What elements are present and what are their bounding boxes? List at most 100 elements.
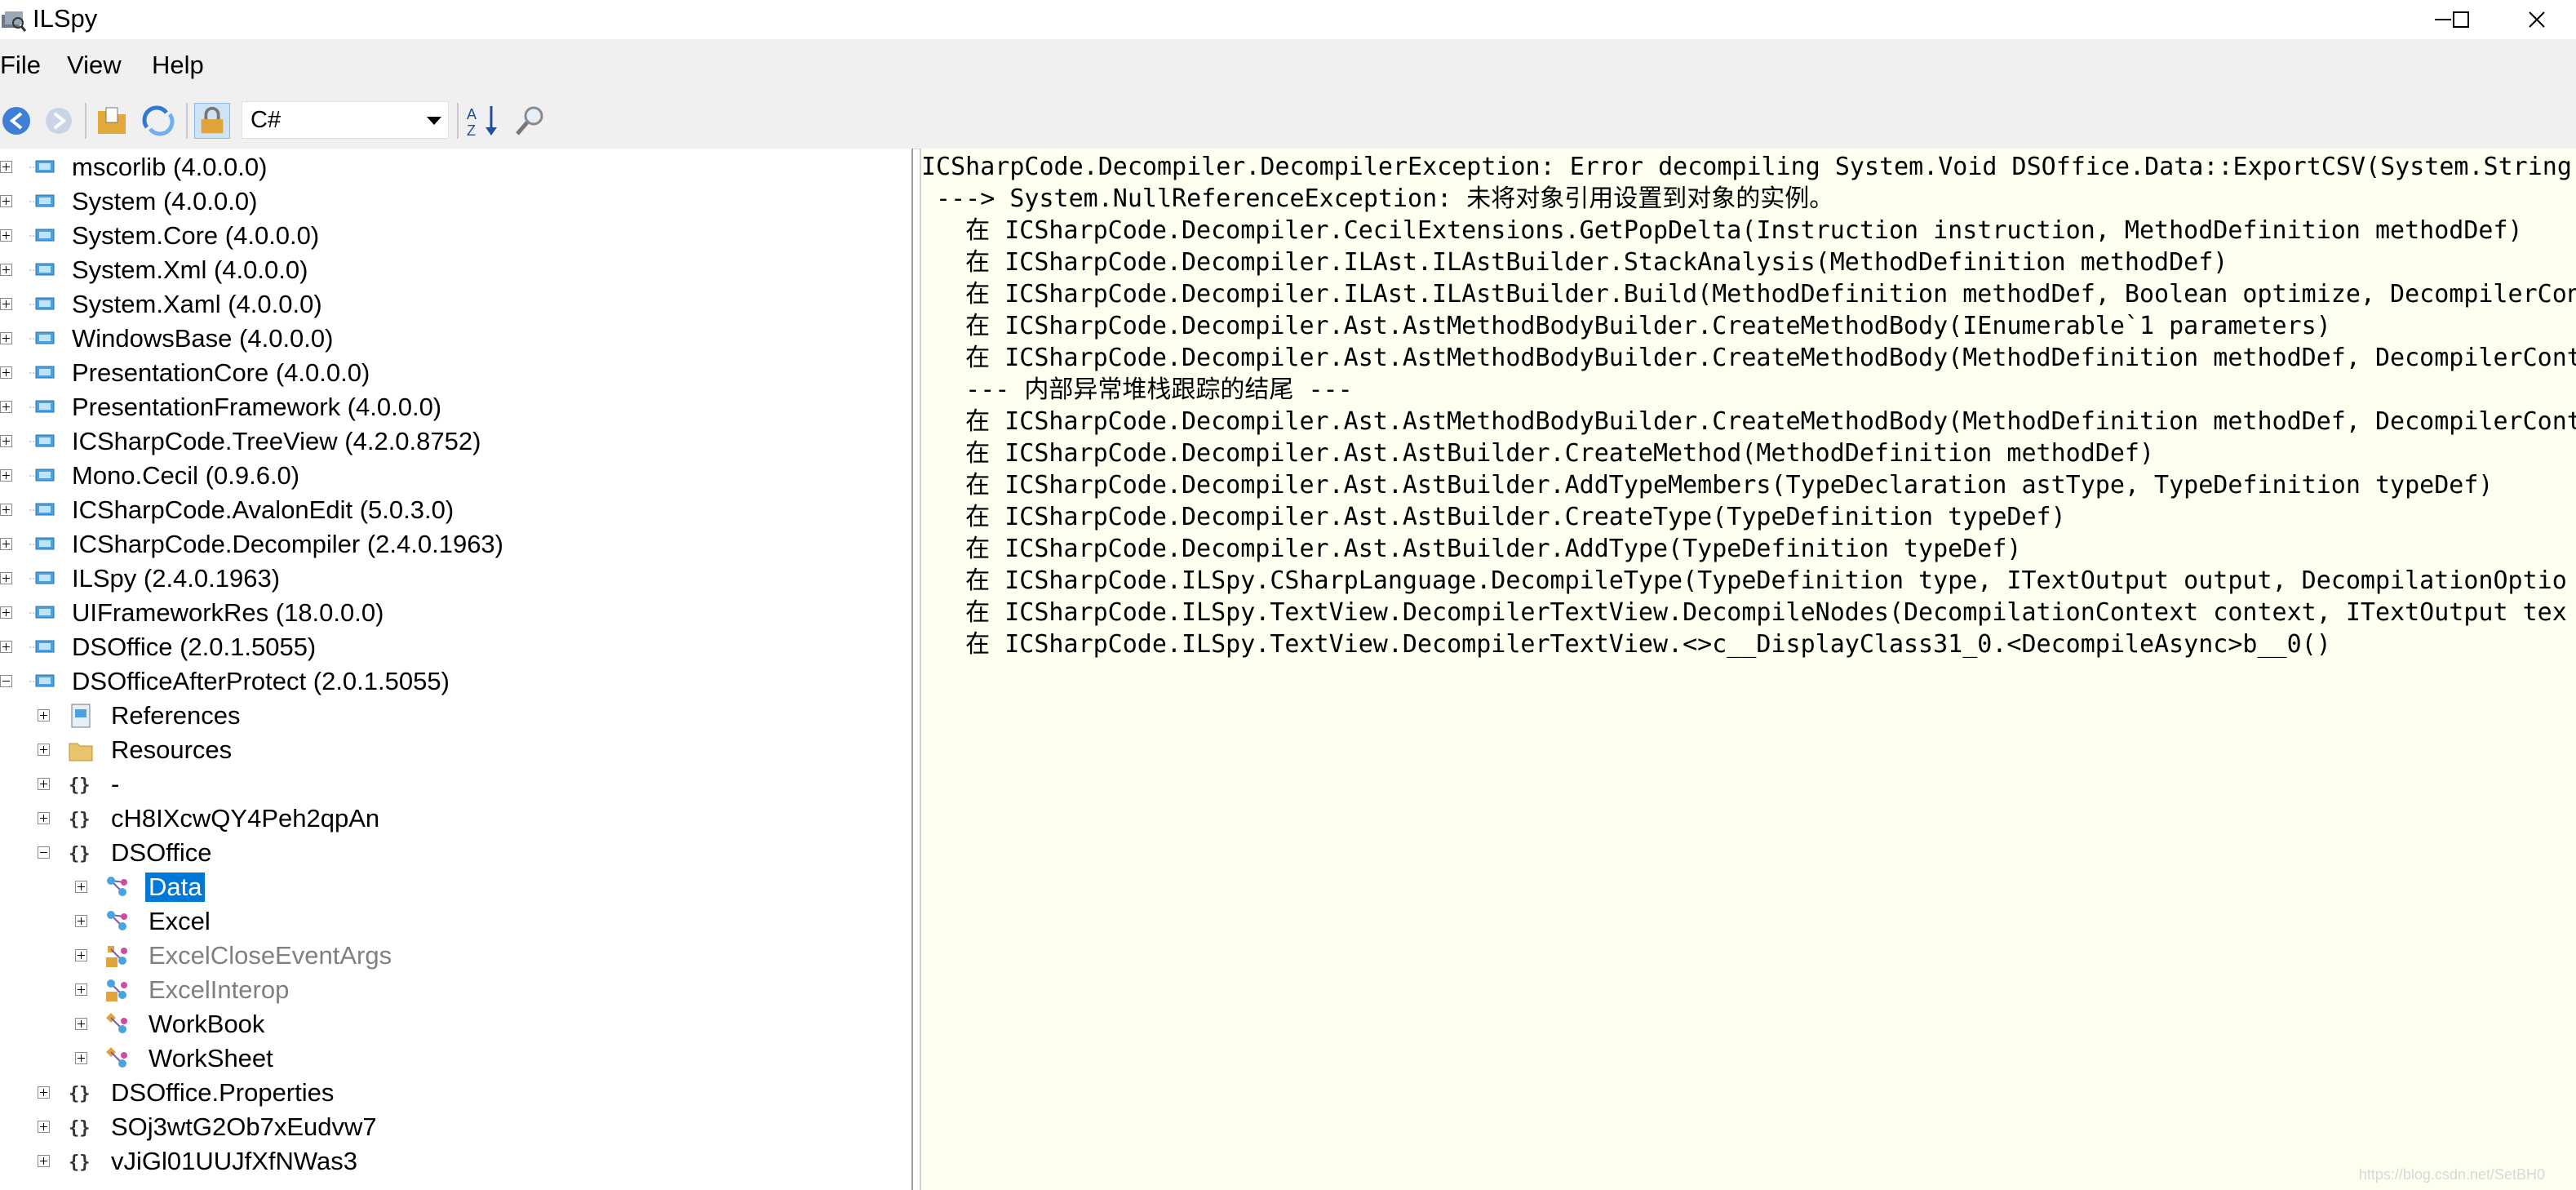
reload-icon[interactable]	[140, 103, 176, 139]
tree-node-assembly[interactable]: ICSharpCode.TreeView (4.2.0.8752)	[0, 424, 911, 459]
tree-node-class[interactable]: ExcelCloseEventArgs	[0, 939, 911, 973]
tree-node-label: System.Xaml (4.0.0.0)	[72, 290, 322, 318]
expand-icon[interactable]	[0, 298, 12, 310]
menu-view[interactable]: View	[67, 49, 122, 82]
expand-icon[interactable]	[0, 332, 12, 344]
tree-node-assembly[interactable]: UIFrameworkRes (18.0.0.0)	[0, 596, 911, 630]
tree-node-assembly[interactable]: WindowsBase (4.0.0.0)	[0, 322, 911, 356]
tree-node-label: References	[111, 701, 241, 730]
expand-icon[interactable]	[0, 195, 12, 207]
namespace-icon: {}	[69, 844, 91, 864]
menu-bar: File View Help	[0, 39, 2576, 91]
expand-icon[interactable]	[0, 641, 12, 653]
expand-icon[interactable]	[75, 949, 87, 961]
assembly-tree[interactable]: mscorlib (4.0.0.0) System (4.0.0.0) Syst…	[0, 149, 913, 1190]
language-select[interactable]: C#	[242, 101, 449, 139]
tree-node-assembly[interactable]: PresentationFramework (4.0.0.0)	[0, 390, 911, 424]
expand-icon[interactable]	[0, 606, 12, 619]
tree-node-class[interactable]: Data	[0, 870, 911, 904]
tree-node-assembly[interactable]: ICSharpCode.AvalonEdit (5.0.3.0)	[0, 493, 911, 527]
search-icon[interactable]	[512, 103, 548, 139]
expand-icon[interactable]	[38, 744, 50, 756]
open-file-icon[interactable]	[95, 103, 131, 139]
expand-icon[interactable]	[38, 812, 50, 824]
menu-file[interactable]: File	[0, 49, 41, 82]
menu-help[interactable]: Help	[152, 49, 204, 82]
expand-icon[interactable]	[75, 881, 87, 893]
maximize-button[interactable]	[2422, 0, 2500, 39]
tree-node-label: WindowsBase (4.0.0.0)	[72, 324, 334, 353]
expand-icon[interactable]	[38, 709, 50, 722]
assembly-icon	[29, 468, 55, 482]
back-icon[interactable]	[0, 103, 36, 139]
expand-icon[interactable]	[38, 1155, 50, 1167]
svg-text:{}: {}	[69, 844, 91, 864]
tree-node-assembly[interactable]: System (4.0.0.0)	[0, 184, 911, 219]
expand-icon[interactable]	[0, 161, 12, 173]
tree-node-label: PresentationCore (4.0.0.0)	[72, 358, 370, 387]
tree-node-assembly[interactable]: ICSharpCode.Decompiler (2.4.0.1963)	[0, 527, 911, 562]
decompiler-output[interactable]: ICSharpCode.Decompiler.DecompilerExcepti…	[920, 149, 2576, 1190]
tree-node-resources[interactable]: Resources	[0, 733, 911, 767]
expand-icon[interactable]	[75, 984, 87, 996]
tree-node-label: Resources	[111, 735, 233, 764]
expand-icon[interactable]	[0, 401, 12, 413]
tree-node-namespace[interactable]: {} vJiGl01UUJfXfNWas3	[0, 1144, 911, 1179]
namespace-icon: {}	[69, 1118, 91, 1139]
expand-icon[interactable]	[0, 435, 12, 447]
tree-node-label: ExcelInterop	[149, 975, 290, 1004]
expand-icon[interactable]	[75, 915, 87, 927]
tree-node-label: System.Xml (4.0.0.0)	[72, 255, 308, 284]
tree-node-namespace[interactable]: {} SOj3wtG2Ob7xEudvw7	[0, 1110, 911, 1144]
expand-icon[interactable]	[75, 1018, 87, 1030]
expand-icon[interactable]	[0, 538, 12, 550]
tree-node-namespace[interactable]: {} DSOffice.Properties	[0, 1076, 911, 1110]
expand-icon[interactable]	[0, 504, 12, 516]
assembly-icon	[29, 503, 55, 516]
collapse-icon[interactable]	[38, 846, 50, 859]
tree-node-assembly[interactable]: DSOfficeAfterProtect (2.0.1.5055)	[0, 664, 911, 699]
tree-node-namespace[interactable]: {} cH8IXcwQY4Peh2qpAn	[0, 801, 911, 836]
tree-node-class[interactable]: ExcelInterop	[0, 973, 911, 1007]
expand-icon[interactable]	[0, 469, 12, 482]
close-button[interactable]	[2498, 0, 2576, 39]
tree-node-assembly[interactable]: DSOffice (2.0.1.5055)	[0, 630, 911, 664]
assembly-icon	[29, 434, 55, 447]
tree-node-class[interactable]: Excel	[0, 904, 911, 939]
expand-icon[interactable]	[0, 366, 12, 379]
assembly-icon	[29, 160, 55, 173]
tree-node-class[interactable]: WorkSheet	[0, 1041, 911, 1076]
namespace-icon: {}	[69, 1084, 91, 1104]
expand-icon[interactable]	[38, 1121, 50, 1133]
tree-node-class[interactable]: WorkBook	[0, 1007, 911, 1041]
tree-node-label: PresentationFramework (4.0.0.0)	[72, 393, 442, 421]
tree-node-assembly[interactable]: System.Xml (4.0.0.0)	[0, 253, 911, 287]
assembly-icon	[29, 606, 55, 619]
expand-icon[interactable]	[75, 1052, 87, 1064]
collapse-icon[interactable]	[0, 675, 12, 687]
expand-icon[interactable]	[38, 1086, 50, 1099]
output-line: 在 ICSharpCode.Decompiler.Ast.AstMethodBo…	[921, 312, 2331, 340]
tree-node-namespace[interactable]: {} -	[0, 767, 911, 801]
window-title: ILSpy	[33, 4, 98, 33]
expand-icon[interactable]	[0, 572, 12, 584]
expand-icon[interactable]	[0, 264, 12, 276]
tree-node-assembly[interactable]: System.Core (4.0.0.0)	[0, 219, 911, 253]
assembly-icon	[29, 400, 55, 413]
tree-node-assembly[interactable]: Mono.Cecil (0.9.6.0)	[0, 459, 911, 493]
output-line: 在 ICSharpCode.ILSpy.TextView.DecompilerT…	[921, 598, 2567, 627]
tree-node-assembly[interactable]: ILSpy (2.4.0.1963)	[0, 562, 911, 596]
forward-icon[interactable]	[41, 103, 77, 139]
tree-node-assembly[interactable]: System.Xaml (4.0.0.0)	[0, 287, 911, 322]
sort-icon[interactable]: A Z	[465, 103, 501, 139]
toolbar-separator	[457, 103, 459, 139]
show-private-icon[interactable]	[194, 103, 230, 139]
expand-icon[interactable]	[0, 229, 12, 242]
output-line: ---> System.NullReferenceException: 未将对象…	[921, 184, 1834, 213]
tree-node-references[interactable]: References	[0, 699, 911, 733]
tree-node-namespace[interactable]: {} DSOffice	[0, 836, 911, 870]
tree-node-assembly[interactable]: PresentationCore (4.0.0.0)	[0, 356, 911, 390]
tree-node-assembly[interactable]: mscorlib (4.0.0.0)	[0, 150, 911, 184]
toolbar-separator	[186, 103, 188, 139]
expand-icon[interactable]	[38, 778, 50, 790]
